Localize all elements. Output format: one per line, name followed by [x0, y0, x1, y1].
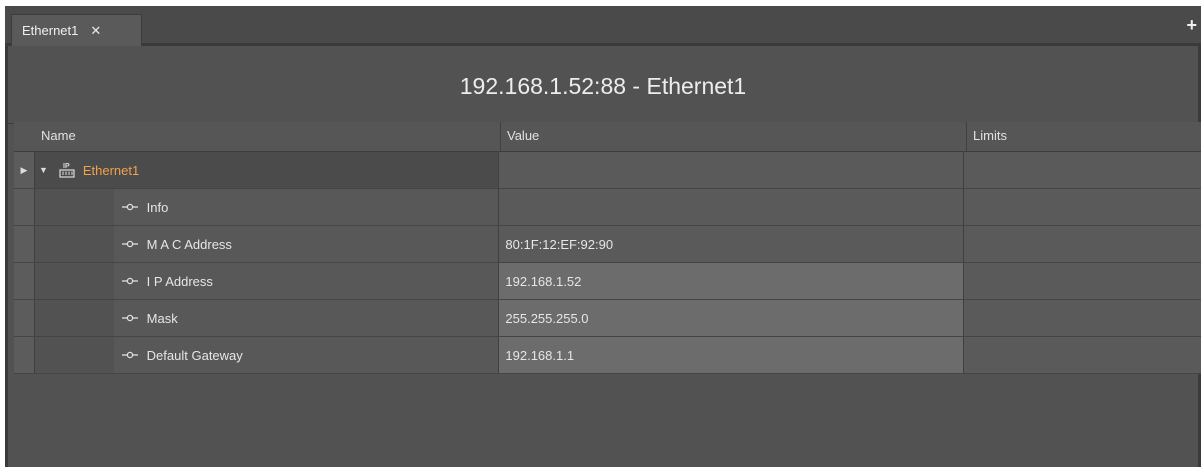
tree-indent — [34, 189, 114, 226]
property-limits-cell — [963, 263, 1202, 300]
row-selector[interactable] — [14, 226, 35, 263]
row-selector[interactable]: ▶ — [14, 152, 35, 189]
column-header-name[interactable]: Name — [39, 122, 501, 151]
property-limits-cell — [963, 226, 1202, 263]
property-pin-icon — [121, 203, 138, 211]
property-pin-icon — [121, 277, 138, 285]
chevron-down-icon[interactable]: ▼ — [39, 165, 48, 175]
property-value-cell[interactable]: 255.255.255.0 — [499, 300, 964, 337]
property-label: M A C Address — [146, 236, 232, 252]
table-row[interactable]: Default Gateway 192.168.1.1 — [14, 337, 1202, 374]
close-icon[interactable]: ✕ — [90, 23, 101, 39]
property-name-cell[interactable]: Mask — [113, 300, 500, 337]
table-row[interactable]: Mask 255.255.255.0 — [14, 300, 1202, 337]
svg-text:IP: IP — [63, 163, 70, 170]
tree-indent — [34, 226, 114, 263]
tree-indent — [34, 263, 114, 300]
editor-window: Ethernet1 ✕ + 192.168.1.52:88 - Ethernet… — [5, 6, 1202, 467]
property-pin-icon — [121, 314, 138, 322]
property-name-cell[interactable]: Info — [113, 189, 500, 226]
property-name-cell[interactable]: Default Gateway — [113, 337, 500, 374]
row-selector[interactable] — [14, 300, 35, 337]
property-value-cell: 80:1F:12:EF:92:90 — [499, 226, 964, 263]
property-name-cell[interactable]: M A C Address — [113, 226, 500, 263]
property-label: Mask — [146, 310, 178, 326]
header-gutter — [14, 122, 39, 151]
tree-indent — [34, 300, 114, 337]
table-row[interactable]: M A C Address 80:1F:12:EF:92:90 — [14, 226, 1202, 263]
root-value-cell — [499, 152, 964, 189]
property-value-cell[interactable]: 192.168.1.1 — [499, 337, 964, 374]
property-limits-cell — [963, 337, 1202, 374]
table-row[interactable]: I P Address 192.168.1.52 — [14, 263, 1202, 300]
row-pointer-icon: ▶ — [20, 164, 28, 175]
grid-header: Name Value Limits — [14, 122, 1201, 152]
document-panel: 192.168.1.52:88 - Ethernet1 Name Value L… — [5, 46, 1202, 467]
row-selector[interactable] — [14, 263, 35, 300]
property-limits-cell — [963, 189, 1202, 226]
column-header-limits[interactable]: Limits — [967, 122, 1201, 151]
property-grid: Name Value Limits ▶ ▼ IP Ethernet1 Info … — [14, 122, 1202, 374]
tab-ethernet1[interactable]: Ethernet1 ✕ — [11, 14, 142, 46]
row-selector[interactable] — [14, 337, 35, 374]
property-limits-cell — [963, 300, 1202, 337]
tab-label: Ethernet1 — [22, 23, 79, 38]
property-label: I P Address — [146, 273, 213, 289]
root-label: Ethernet1 — [82, 162, 140, 178]
property-value-cell — [499, 189, 964, 226]
property-name-cell[interactable]: I P Address — [113, 263, 500, 300]
property-label: Info — [146, 199, 169, 215]
root-name-cell[interactable]: ▼ IP Ethernet1 — [34, 152, 500, 189]
page-title: 192.168.1.52:88 - Ethernet1 — [8, 46, 1198, 124]
tree-indent — [34, 337, 114, 374]
property-label: Default Gateway — [146, 347, 243, 363]
column-header-value[interactable]: Value — [501, 122, 967, 151]
ethernet-port-icon: IP — [58, 161, 76, 179]
property-pin-icon — [121, 240, 138, 248]
row-selector[interactable] — [14, 189, 35, 226]
add-tab-icon[interactable]: + — [1186, 16, 1197, 34]
tree-row-root[interactable]: ▶ ▼ IP Ethernet1 — [14, 152, 1201, 189]
empty-area — [8, 417, 1198, 467]
tab-strip: Ethernet1 ✕ + — [5, 6, 1201, 46]
property-value-cell[interactable]: 192.168.1.52 — [499, 263, 964, 300]
table-row[interactable]: Info — [14, 189, 1202, 226]
property-pin-icon — [121, 351, 138, 359]
root-limits-cell — [963, 152, 1201, 189]
